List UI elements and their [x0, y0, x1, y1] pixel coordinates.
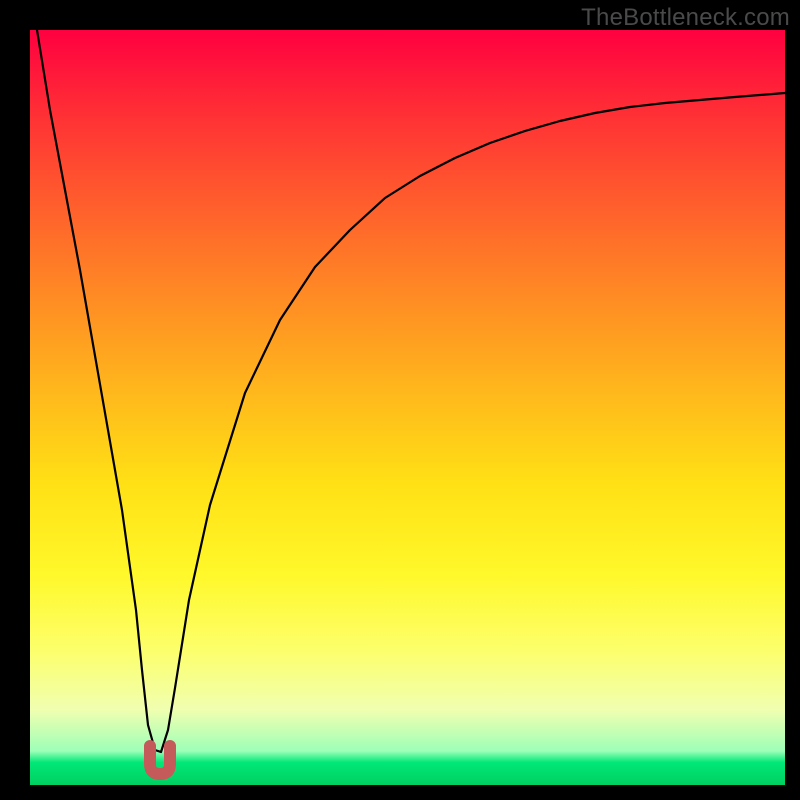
- marker-u: [150, 746, 170, 774]
- chart-plot-area: [30, 30, 785, 785]
- chart-svg: [30, 30, 785, 785]
- watermark-text: TheBottleneck.com: [581, 4, 790, 32]
- bottleneck-curve-path: [37, 30, 785, 752]
